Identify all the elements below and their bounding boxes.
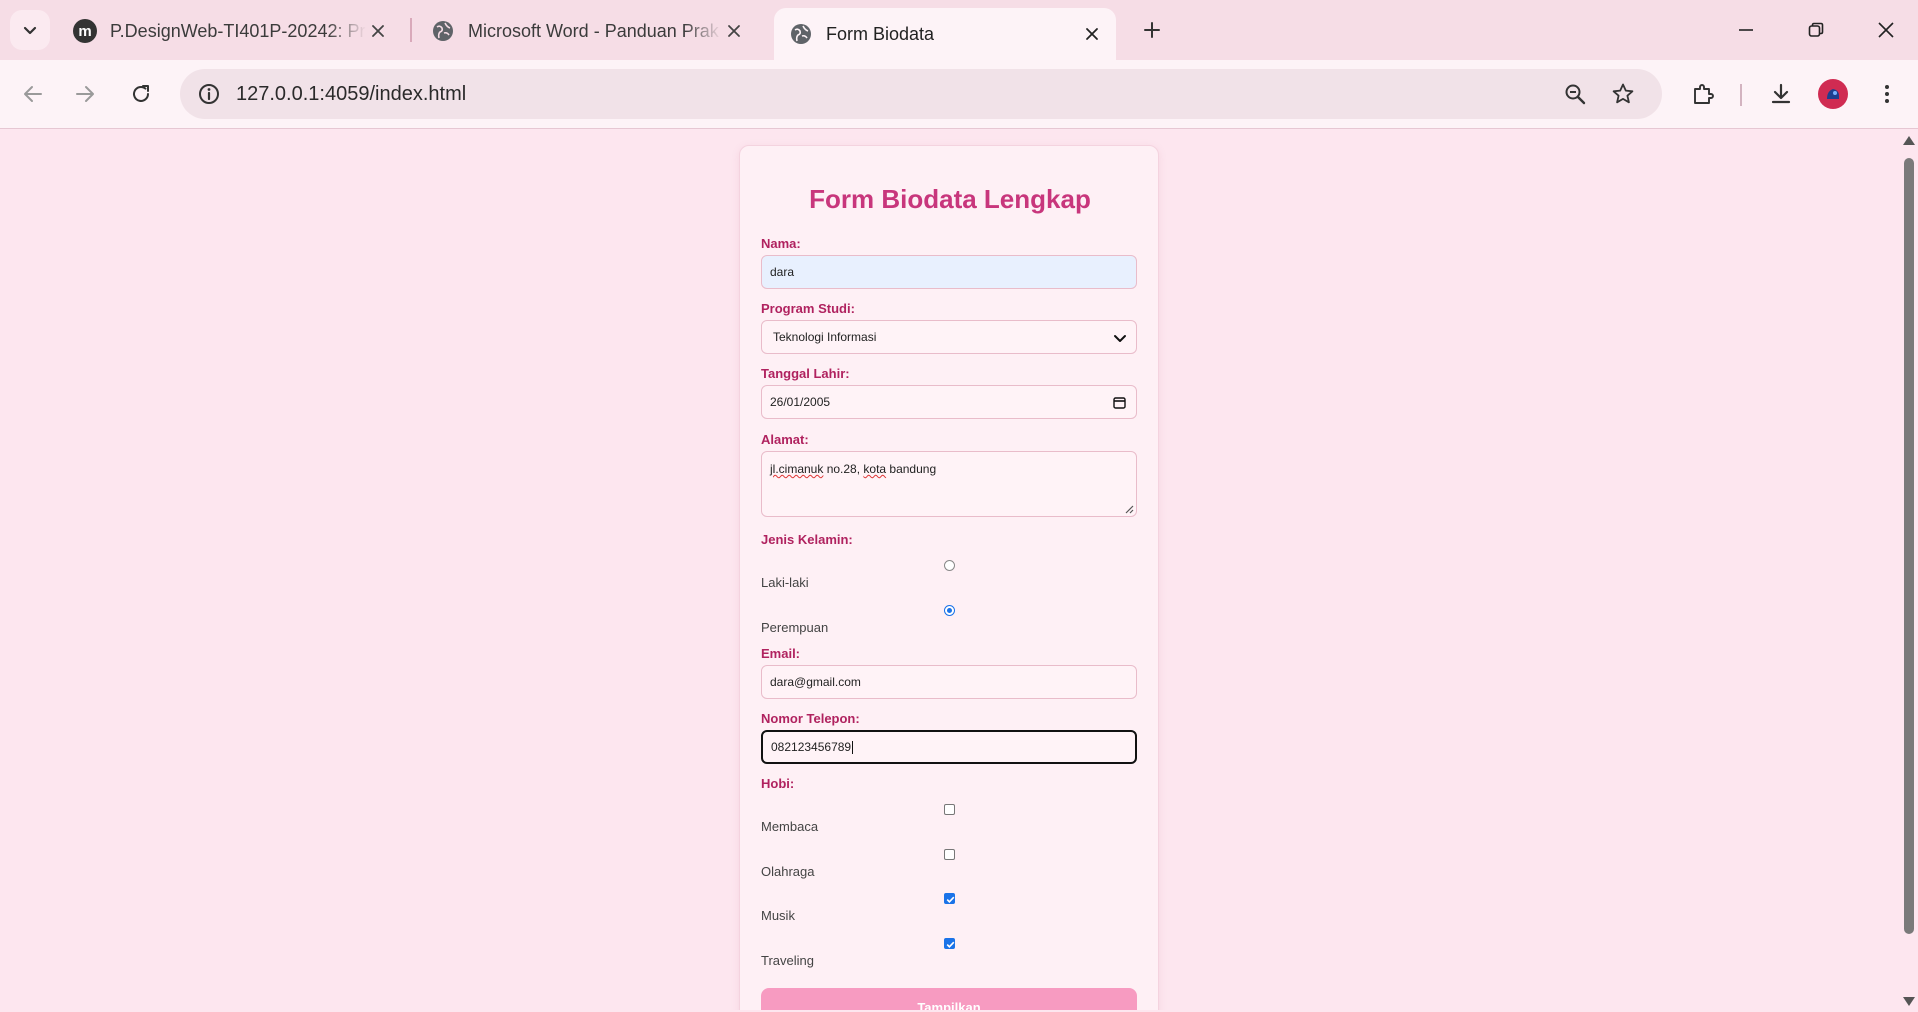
- hobi-checkbox-olahraga[interactable]: [944, 849, 955, 860]
- text-caret: [852, 740, 854, 754]
- gender-radio-laki-laki[interactable]: [944, 560, 955, 571]
- prodi-value: Teknologi Informasi: [773, 330, 877, 344]
- tampilkan-button[interactable]: Tampilkan: [761, 988, 1137, 1010]
- gender-label: Jenis Kelamin:: [761, 532, 853, 547]
- reload-button[interactable]: [120, 73, 162, 115]
- address-bar[interactable]: 127.0.0.1:4059/index.html: [180, 69, 1662, 119]
- page-scrollbar[interactable]: [1900, 130, 1918, 1010]
- info-icon: [199, 84, 219, 104]
- alamat-label: Alamat:: [761, 432, 809, 447]
- hobi-checkbox-musik[interactable]: [944, 893, 955, 904]
- download-icon: [1771, 83, 1791, 104]
- hobi-checkbox-traveling[interactable]: [944, 938, 955, 949]
- close-icon[interactable]: [722, 19, 746, 43]
- url-text[interactable]: 127.0.0.1:4059/index.html: [236, 69, 466, 119]
- tanggal-label: Tanggal Lahir:: [761, 366, 850, 381]
- hobi-option-label: Traveling: [761, 953, 814, 968]
- tanggal-input[interactable]: 26/01/2005: [761, 385, 1137, 419]
- tab-form-biodata[interactable]: Form Biodata: [774, 8, 1116, 60]
- tab-strip: m P.DesignWeb-TI401P-20242: Pr Microsoft…: [0, 0, 1918, 60]
- forward-button[interactable]: [64, 73, 106, 115]
- tab-separator: [410, 18, 412, 42]
- tanggal-value: 26/01/2005: [770, 395, 831, 409]
- hobi-option-label: Membaca: [761, 819, 819, 834]
- close-icon[interactable]: [1080, 22, 1104, 46]
- plus-icon: [1144, 22, 1160, 38]
- form-card: Form Biodata Lengkap Nama: dara Program …: [739, 145, 1159, 1010]
- email-label: Email:: [761, 646, 801, 661]
- restore-button[interactable]: [1786, 10, 1846, 50]
- alamat-value: jl.cimanuk no.28, kota bandung: [770, 462, 937, 476]
- downloads-button[interactable]: [1760, 73, 1802, 115]
- close-icon: [1878, 22, 1894, 38]
- checkmark-icon: [946, 896, 955, 903]
- back-button[interactable]: [12, 73, 54, 115]
- hobi-checkbox-membaca[interactable]: [944, 804, 955, 815]
- avatar: [1818, 79, 1848, 109]
- tab-word-document[interactable]: Microsoft Word - Panduan Prak: [416, 10, 758, 52]
- star-icon: [1612, 83, 1634, 104]
- nama-value: dara: [770, 265, 795, 279]
- scroll-down-arrow-icon[interactable]: [1903, 997, 1915, 1006]
- globe-icon: [788, 21, 814, 47]
- tab-search-button[interactable]: [10, 10, 50, 50]
- gender-option-label: Perempuan: [761, 620, 829, 635]
- puzzle-icon: [1694, 84, 1714, 104]
- site-info-button[interactable]: [192, 77, 226, 111]
- alamat-textarea[interactable]: jl.cimanuk no.28, kota bandung: [761, 451, 1137, 517]
- minimize-button[interactable]: [1716, 10, 1776, 50]
- new-tab-button[interactable]: [1134, 10, 1170, 50]
- moodle-favicon-icon: m: [72, 18, 98, 44]
- zoom-button[interactable]: [1558, 77, 1592, 111]
- telepon-input[interactable]: 082123456789: [761, 730, 1137, 764]
- calendar-icon[interactable]: [1113, 396, 1126, 409]
- globe-icon: [430, 18, 456, 44]
- chevron-down-icon: [1114, 335, 1126, 342]
- email-value: dara@gmail.com: [770, 675, 861, 689]
- chevron-down-icon: [23, 26, 37, 35]
- browser-toolbar: 127.0.0.1:4059/index.html: [0, 60, 1918, 129]
- gender-option-label: Laki-laki: [761, 575, 809, 590]
- browser-menu-button[interactable]: [1866, 73, 1908, 115]
- close-icon[interactable]: [366, 19, 390, 43]
- bookmark-button[interactable]: [1606, 77, 1640, 111]
- page-title: Form Biodata Lengkap: [809, 184, 1091, 214]
- arrow-right-icon: [76, 86, 94, 102]
- arrow-left-icon: [24, 86, 42, 102]
- resize-handle-icon[interactable]: [1124, 504, 1134, 514]
- tab-title: Form Biodata: [826, 23, 935, 44]
- tab-title: P.DesignWeb-TI401P-20242: Pr: [110, 20, 366, 41]
- extensions-button[interactable]: [1682, 73, 1724, 115]
- hobi-label: Hobi:: [761, 776, 795, 791]
- scroll-thumb[interactable]: [1904, 158, 1914, 934]
- profile-avatar-icon: [1827, 89, 1839, 99]
- tab-moodle[interactable]: m P.DesignWeb-TI401P-20242: Pr: [58, 10, 402, 52]
- hobi-option-label: Olahraga: [761, 864, 815, 879]
- more-vertical-icon: [1885, 85, 1889, 103]
- svg-text:m: m: [78, 23, 91, 40]
- nama-label: Nama:: [761, 236, 801, 251]
- tab-title: Microsoft Word - Panduan Prak: [468, 20, 719, 41]
- restore-icon: [1808, 22, 1824, 37]
- prodi-label: Program Studi:: [761, 301, 855, 316]
- minimize-icon: [1739, 29, 1753, 31]
- window-close-button[interactable]: [1856, 10, 1916, 50]
- prodi-select[interactable]: Teknologi Informasi: [761, 320, 1137, 354]
- page-viewport: Form Biodata Lengkap Nama: dara Program …: [0, 130, 1900, 1010]
- nama-input[interactable]: dara: [761, 255, 1137, 289]
- profile-button[interactable]: [1812, 73, 1854, 115]
- scroll-up-arrow-icon[interactable]: [1903, 136, 1915, 145]
- telepon-label: Nomor Telepon:: [761, 711, 860, 726]
- checkmark-icon: [946, 941, 955, 948]
- zoom-out-icon: [1565, 84, 1586, 105]
- reload-icon: [133, 85, 149, 102]
- telepon-value: 082123456789: [771, 740, 852, 754]
- hobi-option-label: Musik: [761, 908, 795, 923]
- email-field[interactable]: dara@gmail.com: [761, 665, 1137, 699]
- gender-radio-perempuan[interactable]: [944, 605, 955, 616]
- toolbar-divider: [1740, 84, 1742, 106]
